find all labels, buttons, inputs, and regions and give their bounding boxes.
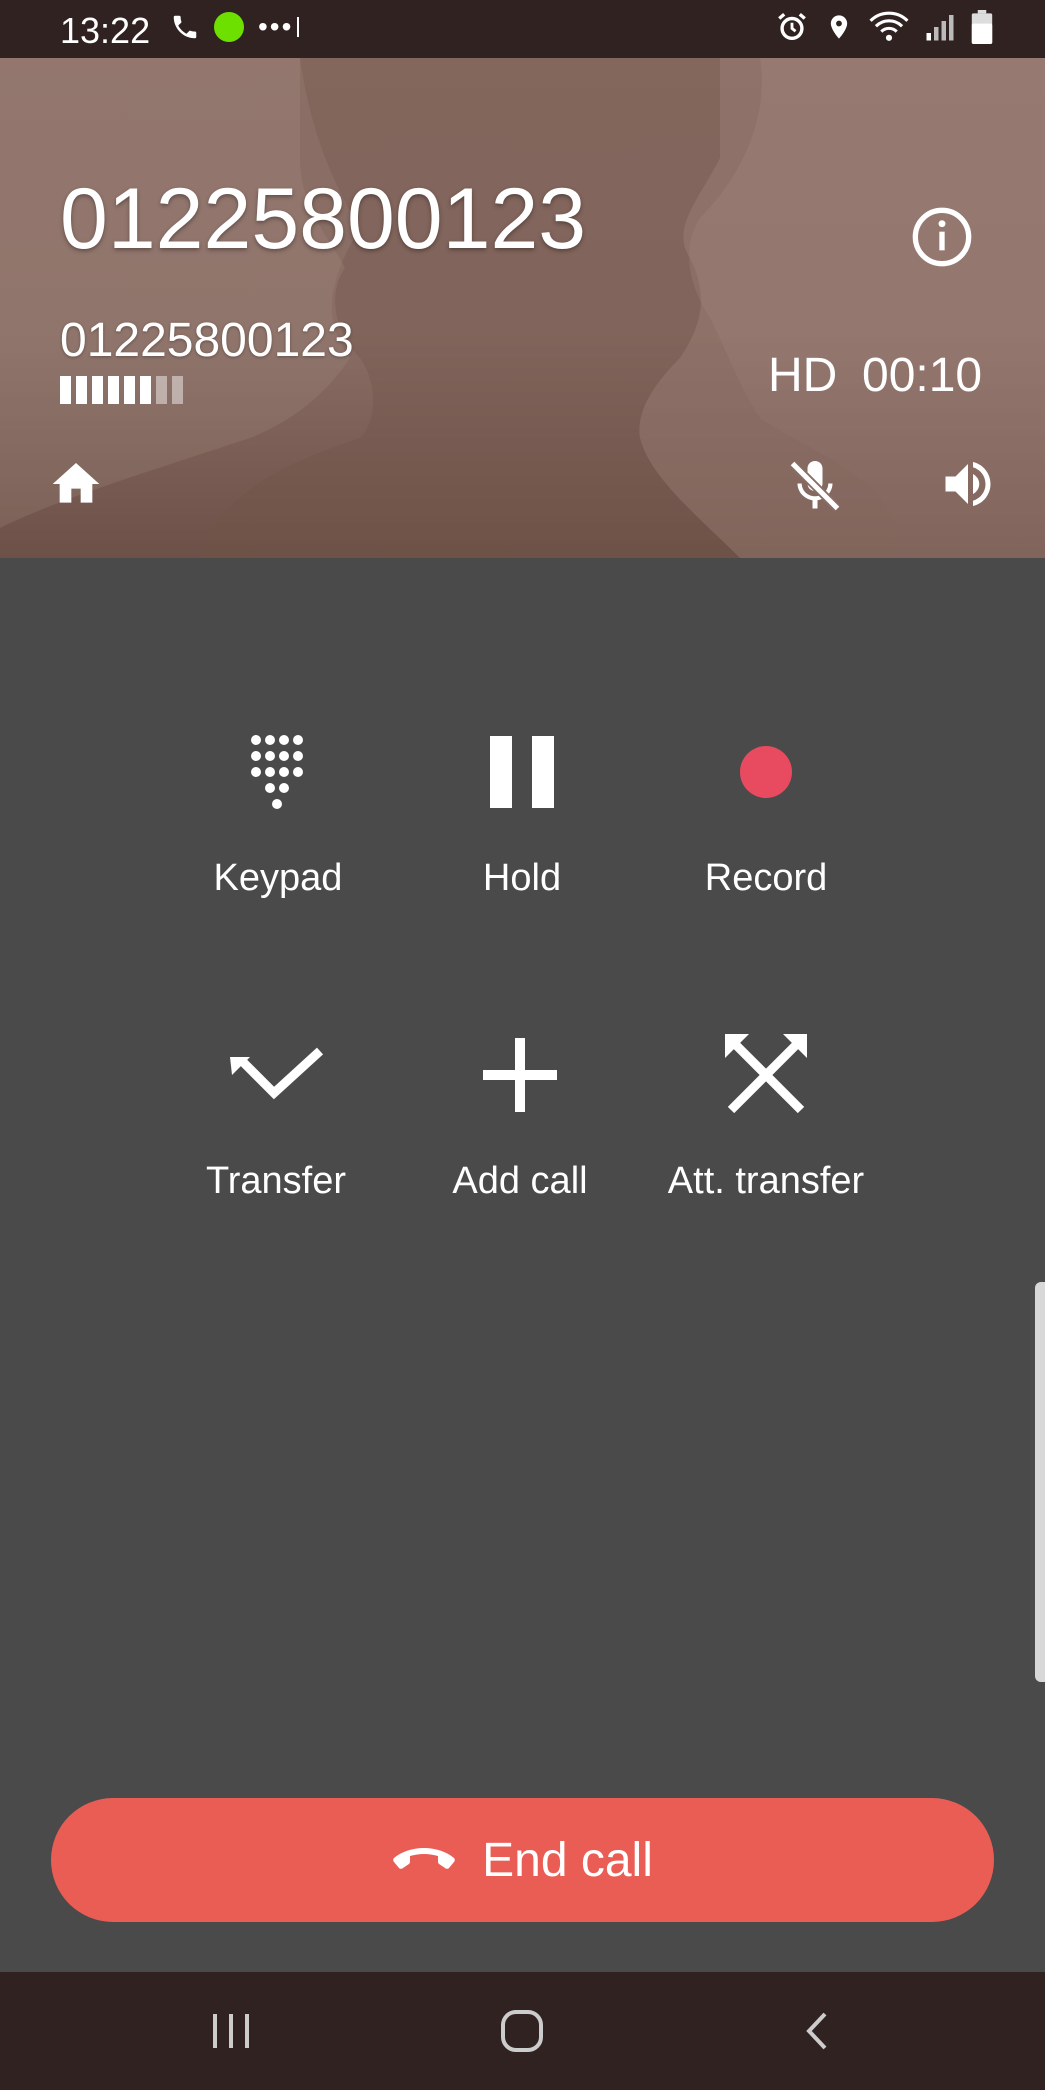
end-call-button[interactable]: End call — [51, 1798, 994, 1922]
battery-icon — [971, 10, 993, 44]
mute-microphone-icon[interactable] — [785, 456, 845, 516]
status-bar: 13:22 ••• — [0, 0, 1045, 58]
call-duration: 00:10 — [862, 349, 983, 402]
signal-bar — [108, 376, 119, 404]
signal-bar — [156, 376, 167, 404]
back-button[interactable] — [782, 2000, 852, 2062]
call-signal-strength — [60, 376, 183, 404]
info-icon[interactable] — [910, 205, 974, 269]
signal-bar — [92, 376, 103, 404]
add-call-label: Add call — [452, 1160, 588, 1202]
back-chevron-icon — [806, 2012, 827, 2050]
caller-header: 01225800123 01225800123 HD 00:10 — [0, 58, 1045, 558]
record-label: Record — [704, 857, 828, 899]
signal-bar — [140, 376, 151, 404]
hd-badge: HD — [768, 349, 838, 402]
hang-up-icon — [393, 1848, 455, 1869]
signal-bar — [124, 376, 135, 404]
more-notifications-icon: ••• — [258, 11, 294, 42]
keypad-button[interactable]: Keypad — [148, 722, 408, 952]
attended-transfer-label: Att. transfer — [667, 1160, 865, 1202]
hold-label: Hold — [482, 857, 562, 899]
home-nav-button[interactable] — [487, 2000, 557, 2062]
dialpad-icon — [251, 735, 303, 809]
signal-bar — [76, 376, 87, 404]
transfer-button[interactable]: Transfer — [146, 1025, 406, 1255]
transfer-label: Transfer — [205, 1160, 347, 1202]
signal-bar — [172, 376, 183, 404]
navigation-bar — [0, 1972, 1045, 2090]
keypad-label: Keypad — [213, 857, 343, 899]
location-icon — [830, 15, 848, 39]
record-button[interactable]: Record — [636, 722, 896, 952]
phone-call-icon — [173, 15, 197, 39]
signal-bar — [60, 376, 71, 404]
transfer-icon — [230, 1047, 324, 1100]
home-circle-icon — [501, 2010, 543, 2052]
pause-icon — [490, 736, 554, 808]
hold-button[interactable]: Hold — [392, 722, 652, 952]
record-icon — [740, 746, 792, 798]
status-time: 13:22 — [60, 10, 151, 51]
cell-signal-icon — [926, 15, 954, 41]
speaker-icon[interactable] — [938, 454, 998, 514]
end-call-label: End call — [482, 1833, 653, 1887]
caller-silhouette-image — [0, 58, 1045, 558]
caller-name: 01225800123 — [60, 171, 587, 267]
attended-transfer-icon — [725, 1034, 807, 1114]
plus-icon — [483, 1038, 557, 1112]
add-call-button[interactable]: Add call — [390, 1025, 650, 1255]
recent-apps-icon — [213, 2014, 249, 2048]
scrollbar[interactable] — [1035, 1282, 1045, 1682]
home-icon[interactable] — [48, 456, 104, 512]
attended-transfer-button[interactable]: Att. transfer — [636, 1025, 896, 1255]
alarm-icon — [778, 12, 806, 41]
caller-number: 01225800123 — [60, 314, 354, 367]
divider — [297, 17, 300, 37]
wifi-icon — [869, 11, 909, 41]
recent-apps-button[interactable] — [196, 2000, 266, 2062]
active-call-indicator-icon — [214, 12, 244, 42]
